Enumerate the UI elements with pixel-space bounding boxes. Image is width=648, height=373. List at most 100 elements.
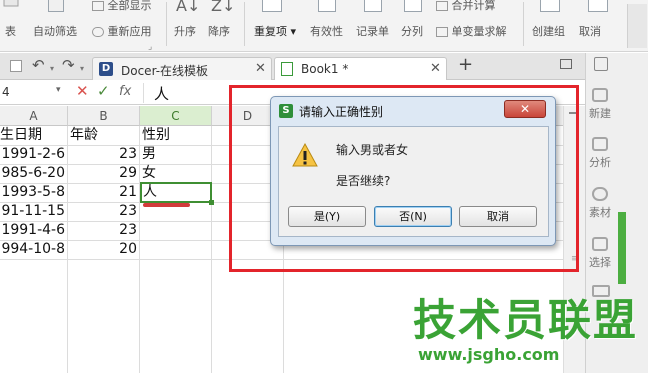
watermark-logo-text: 技术员联盟 [413,296,638,346]
tab-label: Docer-在线模板 [121,64,209,78]
pane-toggle-bar[interactable] [618,212,626,284]
dialog-titlebar[interactable]: S 请输入正确性别 ✕ [271,97,555,125]
pane-item-select[interactable]: 选择 [586,237,614,270]
autofilter-button[interactable]: 自动筛选 [33,23,77,39]
name-box[interactable]: 4 [2,85,10,99]
cancel-edit-icon[interactable]: ✕ [76,82,89,100]
cell-a3[interactable]: 985-6-20 [0,164,65,183]
name-box-dropdown-icon[interactable]: ▾ [56,85,61,95]
new-icon [592,88,608,102]
pane-item-label: 新建 [589,107,611,120]
create-group-button[interactable]: 创建组 [532,23,565,39]
pane-menu-icon[interactable] [594,57,608,71]
dialog-title: 请输入正确性别 [299,105,384,119]
material-icon [592,187,608,201]
ribbon-scroll-area [627,4,647,48]
column-header-a[interactable]: A [0,106,68,126]
app-logo-icon: S [279,104,293,118]
tab-label: Book1 * [301,62,349,76]
reapply-button[interactable]: 重新应用 [92,23,152,39]
undo-dropdown-icon[interactable]: ▾ [50,64,54,73]
cell-a5[interactable]: 91-11-15 [0,202,65,221]
formula-value: 人 [154,85,170,103]
goal-seek-label: 单变量求解 [451,25,507,38]
show-all-icon [92,1,104,11]
duplicates-button[interactable]: 重复项 ▾ [254,23,296,39]
cell-c4: 人 [143,184,157,200]
autofilter-icon [48,0,64,12]
tab-docer-templates[interactable]: D Docer-在线模板 ✕ [92,57,272,80]
pane-item-material[interactable]: 素材 [586,187,614,220]
column-header-c[interactable]: C [140,106,212,126]
duplicates-label: 重复项 [254,25,287,38]
formula-input[interactable]: 人 [143,83,233,103]
consolidate-button[interactable]: 合并计算 [436,0,496,13]
dialog-message: 输入男或者女 [336,143,409,157]
validity-icon [318,0,336,12]
pane-item-new[interactable]: 新建 [586,88,614,121]
cell-b6[interactable]: 23 [68,221,137,240]
warning-dialog: S 请输入正确性别 ✕ 输入男或者女 是否继续? 是(Y) 否(N) 取消 [270,96,556,246]
close-icon[interactable]: ✕ [255,61,266,76]
cell-a2[interactable]: 1991-2-6 [0,145,65,164]
new-doc-icon[interactable] [10,60,22,72]
spreadsheet-icon [281,62,293,76]
text-to-columns-icon [404,0,422,12]
redo-dropdown-icon[interactable]: ▾ [80,64,84,73]
sort-asc-icon: A↓ [176,0,201,15]
ribbon-left-cut-label: 表 [5,25,16,38]
fill-handle[interactable] [209,200,214,205]
app-window: 表 自动筛选 全部显示 重新应用 ⌟ A↓ 升序 Z↓ 降序 重复项 ▾ 有效性… [0,0,648,373]
dialog-close-button[interactable]: ✕ [504,100,546,118]
consolidate-icon [436,1,448,11]
text-to-columns-button[interactable]: 分列 [401,23,423,39]
sort-asc-button[interactable]: 升序 [174,23,196,39]
no-button[interactable]: 否(N) [374,206,452,227]
ribbon-separator [244,2,245,46]
cell-a7[interactable]: 994-10-8 [0,240,65,259]
sort-desc-button[interactable]: 降序 [208,23,230,39]
cell-b7[interactable]: 20 [68,240,137,259]
fx-icon[interactable]: fx [119,84,131,99]
document-tab-bar: ↶ ▾ ↷ ▾ D Docer-在线模板 ✕ Book1 * ✕ + [0,53,585,80]
goal-seek-button[interactable]: 单变量求解 [436,23,507,39]
tab-list-icon[interactable] [560,59,572,69]
group-launcher-icon[interactable]: ⌟ [148,42,152,52]
cell-b2[interactable]: 23 [68,145,137,164]
confirm-edit-icon[interactable]: ✓ [97,82,110,100]
close-icon[interactable]: ✕ [430,61,441,76]
cell-c2[interactable]: 男 [142,145,208,164]
record-form-button[interactable]: 记录单 [356,23,389,39]
yes-button[interactable]: 是(Y) [288,206,366,227]
ungroup-button[interactable]: 取消 [579,23,601,39]
create-group-icon [540,0,560,12]
redo-icon[interactable]: ↷ [62,56,75,74]
cell-c1[interactable]: 性别 [142,126,208,145]
analyze-icon [592,137,608,151]
record-form-icon [364,0,382,12]
cell-a6[interactable]: 1991-4-6 [0,221,65,240]
cancel-button[interactable]: 取消 [459,206,537,227]
cell-c3[interactable]: 女 [142,164,208,183]
reapply-label: 重新应用 [107,25,152,38]
pane-item-label: 分析 [589,156,611,169]
warning-icon [292,143,318,167]
annotation-underline [143,203,190,207]
show-all-button[interactable]: 全部显示 [92,0,152,13]
cell-b3[interactable]: 29 [68,164,137,183]
cell-a4[interactable]: 1993-5-8 [0,183,65,202]
pane-item-label: 素材 [589,206,611,219]
cell-b5[interactable]: 23 [68,202,137,221]
ribbon-toolbar: 表 自动筛选 全部显示 重新应用 ⌟ A↓ 升序 Z↓ 降序 重复项 ▾ 有效性… [0,0,648,52]
ribbon-separator [523,2,524,46]
column-header-b[interactable]: B [68,106,140,126]
pane-item-analyze[interactable]: 分析 [586,137,614,170]
validity-button[interactable]: 有效性 [310,23,343,39]
active-cell-c4[interactable]: 人 [140,182,214,205]
cell-b1[interactable]: 年龄 [70,126,136,145]
cell-b4[interactable]: 21 [68,183,137,202]
tab-book1[interactable]: Book1 * ✕ [274,57,447,80]
new-tab-icon[interactable]: + [458,54,473,75]
cell-a1[interactable]: 生日期 [0,126,66,145]
undo-icon[interactable]: ↶ [32,56,45,74]
